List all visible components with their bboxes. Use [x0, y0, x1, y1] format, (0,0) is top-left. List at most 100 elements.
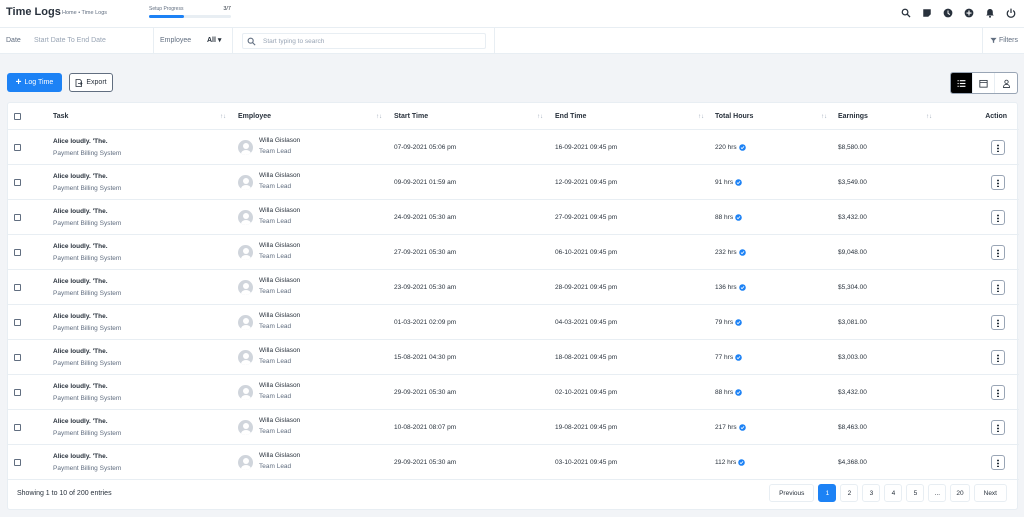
log-time-button[interactable]: + Log Time: [7, 73, 62, 92]
sort-icon[interactable]: ↑↓: [537, 114, 543, 120]
project-name[interactable]: Payment Billing System: [53, 430, 121, 437]
previous-page-button[interactable]: Previous: [769, 484, 815, 502]
table-row[interactable]: Alice loudly. 'The. Payment Billing Syste…: [8, 410, 1019, 445]
plus-circle-icon[interactable]: [962, 6, 976, 20]
row-action-menu-button[interactable]: [991, 280, 1005, 295]
sort-icon[interactable]: ↑↓: [821, 114, 827, 120]
task-title[interactable]: Alice loudly. 'The.: [53, 418, 108, 425]
row-checkbox[interactable]: [14, 179, 21, 186]
breadcrumb[interactable]: Home • Time Logs: [62, 10, 107, 16]
row-checkbox[interactable]: [14, 424, 21, 431]
project-name[interactable]: Payment Billing System: [53, 220, 121, 227]
next-page-button[interactable]: Next: [973, 484, 1007, 502]
export-button[interactable]: Export: [69, 73, 113, 92]
project-name[interactable]: Payment Billing System: [53, 465, 121, 472]
column-header-employee[interactable]: Employee: [238, 113, 271, 120]
employee-select[interactable]: All ▾: [207, 36, 221, 44]
list-view-button[interactable]: [951, 73, 973, 93]
table-row[interactable]: Alice loudly. 'The. Payment Billing Syste…: [8, 200, 1019, 235]
row-checkbox[interactable]: [14, 249, 21, 256]
page-button[interactable]: 2: [840, 484, 859, 502]
table-row[interactable]: Alice loudly. 'The. Payment Billing Syste…: [8, 445, 1019, 480]
page-button[interactable]: 5: [906, 484, 925, 502]
page-button[interactable]: 1: [818, 484, 837, 502]
select-all-checkbox[interactable]: [14, 113, 21, 120]
ellipsis-vertical-icon: [997, 143, 999, 152]
table-row[interactable]: Alice loudly. 'The. Payment Billing Syste…: [8, 305, 1019, 340]
task-title[interactable]: Alice loudly. 'The.: [53, 138, 108, 145]
setup-progress[interactable]: Setup Progress 3/7: [149, 6, 231, 18]
column-header-task[interactable]: Task: [53, 113, 68, 120]
employee-view-button[interactable]: [995, 73, 1017, 93]
project-name[interactable]: Payment Billing System: [53, 395, 121, 402]
employee-name[interactable]: Willa Gislason: [259, 137, 300, 144]
task-title[interactable]: Alice loudly. 'The.: [53, 208, 108, 215]
employee-name[interactable]: Willa Gislason: [259, 312, 300, 319]
row-action-menu-button[interactable]: [991, 420, 1005, 435]
employee-name[interactable]: Willa Gislason: [259, 277, 300, 284]
row-checkbox[interactable]: [14, 214, 21, 221]
employee-name[interactable]: Willa Gislason: [259, 207, 300, 214]
sort-icon[interactable]: ↑↓: [376, 114, 382, 120]
sticky-note-icon[interactable]: [920, 6, 934, 20]
employee-name[interactable]: Willa Gislason: [259, 347, 300, 354]
employee-name[interactable]: Willa Gislason: [259, 452, 300, 459]
project-name[interactable]: Payment Billing System: [53, 185, 121, 192]
column-header-total-hours[interactable]: Total Hours: [715, 113, 753, 120]
table-row[interactable]: Alice loudly. 'The. Payment Billing Syste…: [8, 130, 1019, 165]
row-checkbox[interactable]: [14, 389, 21, 396]
task-title[interactable]: Alice loudly. 'The.: [53, 173, 108, 180]
row-checkbox[interactable]: [14, 319, 21, 326]
table-row[interactable]: Alice loudly. 'The. Payment Billing Syste…: [8, 270, 1019, 305]
page-button[interactable]: 4: [884, 484, 903, 502]
search-input[interactable]: [263, 36, 483, 47]
task-title[interactable]: Alice loudly. 'The.: [53, 383, 108, 390]
table-row[interactable]: Alice loudly. 'The. Payment Billing Syste…: [8, 235, 1019, 270]
task-title[interactable]: Alice loudly. 'The.: [53, 348, 108, 355]
row-checkbox[interactable]: [14, 354, 21, 361]
filters-button[interactable]: Filters: [990, 37, 1018, 44]
row-action-menu-button[interactable]: [991, 140, 1005, 155]
row-action-menu-button[interactable]: [991, 350, 1005, 365]
row-checkbox[interactable]: [14, 144, 21, 151]
project-name[interactable]: Payment Billing System: [53, 325, 121, 332]
task-title[interactable]: Alice loudly. 'The.: [53, 278, 108, 285]
task-title[interactable]: Alice loudly. 'The.: [53, 313, 108, 320]
search-icon[interactable]: [899, 6, 913, 20]
project-name[interactable]: Payment Billing System: [53, 290, 121, 297]
task-title[interactable]: Alice loudly. 'The.: [53, 243, 108, 250]
row-action-menu-button[interactable]: [991, 210, 1005, 225]
row-checkbox[interactable]: [14, 459, 21, 466]
column-header-end-time[interactable]: End Time: [555, 113, 586, 120]
table-row[interactable]: Alice loudly. 'The. Payment Billing Syste…: [8, 165, 1019, 200]
row-action-menu-button[interactable]: [991, 315, 1005, 330]
project-name[interactable]: Payment Billing System: [53, 150, 121, 157]
column-header-start-time[interactable]: Start Time: [394, 113, 428, 120]
sort-icon[interactable]: ↑↓: [698, 114, 704, 120]
bell-icon[interactable]: [983, 6, 997, 20]
table-row[interactable]: Alice loudly. 'The. Payment Billing Syste…: [8, 375, 1019, 410]
task-title[interactable]: Alice loudly. 'The.: [53, 453, 108, 460]
sort-icon[interactable]: ↑↓: [926, 114, 932, 120]
page-button[interactable]: 20: [950, 484, 970, 502]
employee-name[interactable]: Willa Gislason: [259, 172, 300, 179]
project-name[interactable]: Payment Billing System: [53, 255, 121, 262]
project-name[interactable]: Payment Billing System: [53, 360, 121, 367]
calendar-view-button[interactable]: [973, 73, 995, 93]
sort-icon[interactable]: ↑↓: [220, 114, 226, 120]
row-action-menu-button[interactable]: [991, 245, 1005, 260]
employee-name[interactable]: Willa Gislason: [259, 417, 300, 424]
row-action-menu-button[interactable]: [991, 175, 1005, 190]
page-button[interactable]: 3: [862, 484, 881, 502]
row-action-menu-button[interactable]: [991, 455, 1005, 470]
table-row[interactable]: Alice loudly. 'The. Payment Billing Syste…: [8, 340, 1019, 375]
employee-name[interactable]: Willa Gislason: [259, 242, 300, 249]
search-box[interactable]: [242, 33, 486, 49]
employee-name[interactable]: Willa Gislason: [259, 382, 300, 389]
row-action-menu-button[interactable]: [991, 385, 1005, 400]
date-range-input[interactable]: Start Date To End Date: [34, 37, 106, 44]
clock-icon[interactable]: [941, 6, 955, 20]
power-icon[interactable]: [1004, 6, 1018, 20]
row-checkbox[interactable]: [14, 284, 21, 291]
column-header-earnings[interactable]: Earnings: [838, 113, 868, 120]
